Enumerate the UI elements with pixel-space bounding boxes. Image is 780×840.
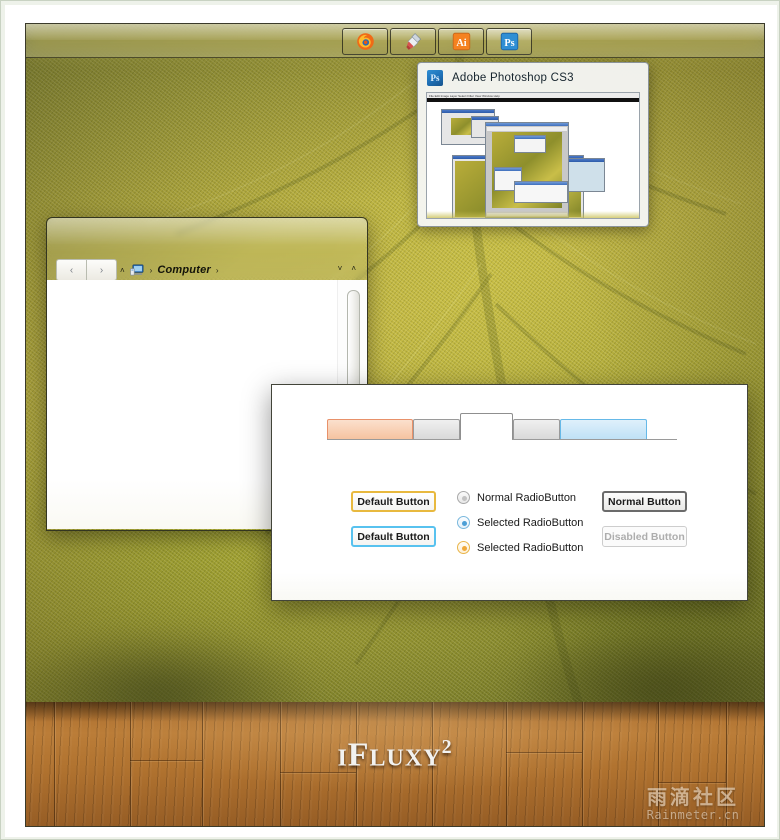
breadcrumb-separator-2[interactable]: › bbox=[216, 266, 219, 275]
taskbar-button-firefox[interactable] bbox=[342, 28, 388, 55]
tab-gray-1[interactable] bbox=[413, 419, 460, 439]
thumb-menubar-text: File Edit Image Layer Select Filter View… bbox=[429, 93, 500, 98]
radio-row-selected-blue[interactable]: Selected RadioButton bbox=[457, 516, 583, 529]
image-frame: iFluxy2 雨滴社区 Rainmeter.cn Ai Ps Ps Adobe… bbox=[0, 0, 780, 840]
back-button[interactable]: ‹ bbox=[56, 259, 86, 281]
thumb-workspace bbox=[427, 102, 639, 218]
breadcrumb-computer[interactable]: Computer bbox=[157, 264, 211, 276]
image-matte: iFluxy2 雨滴社区 Rainmeter.cn Ai Ps Ps Adobe… bbox=[5, 5, 777, 837]
address-dropdown-icon[interactable]: ˅ bbox=[338, 264, 343, 273]
explorer-titlebar-sheen bbox=[47, 218, 367, 244]
default-button-orange[interactable]: Default Button bbox=[351, 491, 436, 512]
thumb-window-main bbox=[485, 122, 569, 218]
brand-text: iFluxy bbox=[337, 736, 442, 773]
taskbar-button-paint[interactable] bbox=[390, 28, 436, 55]
watermark-latin: Rainmeter.cn bbox=[646, 808, 740, 822]
svg-text:Ps: Ps bbox=[504, 38, 514, 49]
default-button-blue[interactable]: Default Button bbox=[351, 526, 436, 547]
radio-selected-orange-icon[interactable] bbox=[457, 541, 470, 554]
taskbar-button-photoshop[interactable]: Ps bbox=[486, 28, 532, 55]
paint-brush-icon bbox=[405, 33, 421, 50]
radio-normal-label: Normal RadioButton bbox=[477, 491, 577, 504]
taskbar-button-illustrator[interactable]: Ai bbox=[438, 28, 484, 55]
preview-header: Ps Adobe Photoshop CS3 bbox=[427, 70, 574, 86]
radio-row-normal[interactable]: Normal RadioButton bbox=[457, 491, 576, 504]
photoshop-icon-small: Ps bbox=[427, 70, 443, 86]
demo-window-bottom-bar bbox=[272, 572, 747, 600]
address-refresh-icon[interactable]: ˄ bbox=[351, 264, 356, 273]
illustrator-icon: Ai bbox=[452, 32, 470, 51]
preview-thumbnail[interactable]: File Edit Image Layer Select Filter View… bbox=[426, 92, 640, 219]
svg-text:Ai: Ai bbox=[456, 38, 466, 49]
wood-floor: iFluxy2 雨滴社区 Rainmeter.cn bbox=[26, 702, 764, 826]
normal-button[interactable]: Normal Button bbox=[602, 491, 687, 512]
breadcrumb-separator-1[interactable]: › bbox=[150, 266, 153, 275]
demo-content-area: Default Button Default Button Normal But… bbox=[272, 447, 747, 572]
radio-row-selected-orange[interactable]: Selected RadioButton bbox=[457, 541, 583, 554]
forward-button[interactable]: › bbox=[86, 259, 117, 281]
thumb-bottom-glow bbox=[427, 211, 639, 218]
explorer-nav-buttons: ‹ › bbox=[56, 259, 117, 281]
disabled-button: Disabled Button bbox=[602, 526, 687, 547]
taskbar[interactable]: Ai Ps bbox=[26, 24, 764, 58]
brand-superscript: 2 bbox=[441, 735, 453, 758]
thumb-window-d bbox=[567, 158, 605, 192]
demo-window-top bbox=[272, 385, 747, 413]
theme-brand-logo: iFluxy2 bbox=[26, 736, 764, 774]
tab-orange[interactable] bbox=[327, 419, 413, 439]
controls-demo-window[interactable]: Default Button Default Button Normal But… bbox=[271, 384, 748, 601]
explorer-address-bar[interactable]: ˄ › Computer › ˅ ˄ bbox=[120, 260, 358, 280]
desktop: iFluxy2 雨滴社区 Rainmeter.cn Ai Ps Ps Adobe… bbox=[25, 23, 765, 827]
tab-gray-2[interactable] bbox=[513, 419, 560, 439]
firefox-icon bbox=[356, 33, 374, 50]
watermark-chinese: 雨滴社区 bbox=[647, 785, 739, 809]
photoshop-icon: Ps bbox=[500, 32, 518, 51]
radio-normal-icon[interactable] bbox=[457, 491, 470, 504]
radio-selected-blue-icon[interactable] bbox=[457, 516, 470, 529]
watermark: 雨滴社区 Rainmeter.cn bbox=[630, 781, 756, 822]
taskbar-preview-popup[interactable]: Ps Adobe Photoshop CS3 File Edit Image L… bbox=[417, 62, 649, 227]
computer-icon bbox=[129, 264, 145, 277]
taskbar-task-list: Ai Ps bbox=[342, 28, 532, 55]
tab-active[interactable] bbox=[460, 413, 513, 440]
demo-tab-strip bbox=[327, 413, 677, 440]
preview-title: Adobe Photoshop CS3 bbox=[452, 72, 574, 84]
radio-selected-blue-label: Selected RadioButton bbox=[477, 516, 584, 529]
address-bar-actions: ˅ ˄ bbox=[338, 264, 356, 273]
radio-selected-orange-label: Selected RadioButton bbox=[477, 541, 584, 554]
tab-blue[interactable] bbox=[560, 419, 647, 439]
recent-pages-icon[interactable]: ˄ bbox=[120, 266, 125, 275]
